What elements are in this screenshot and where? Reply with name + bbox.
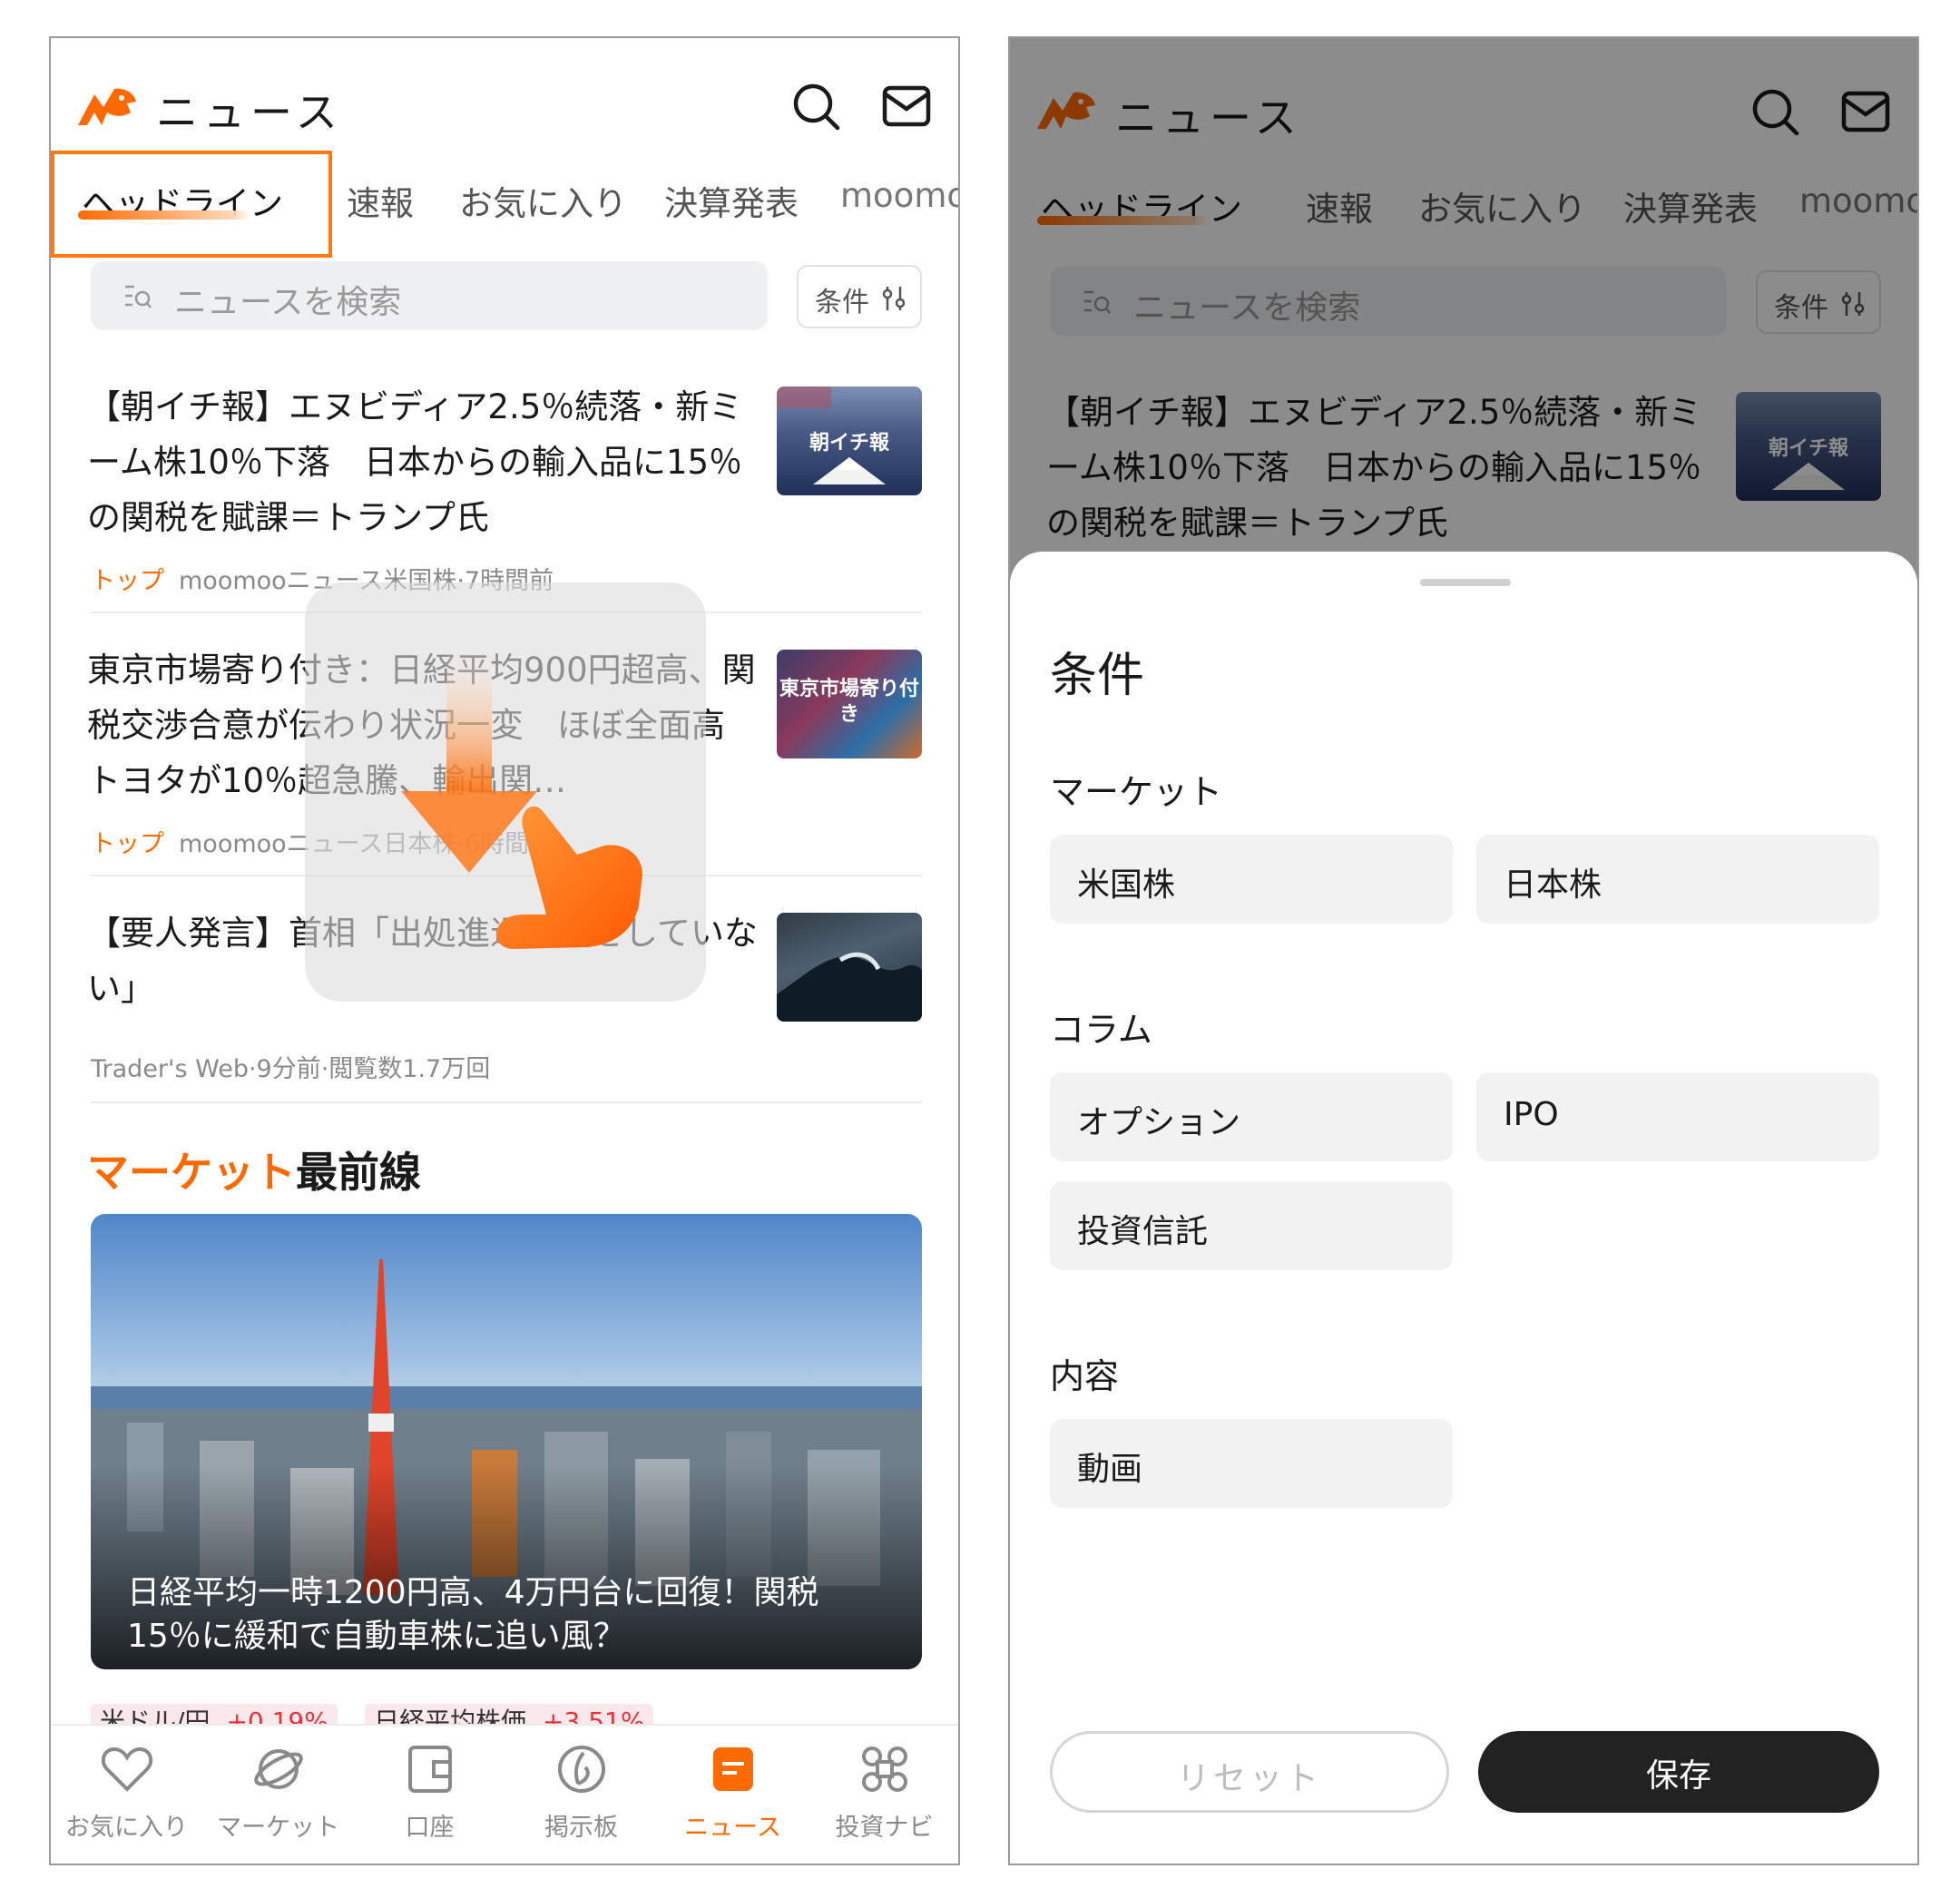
search-placeholder: ニュースを検索 [174, 284, 402, 321]
option-ipo[interactable]: IPO [1476, 1072, 1879, 1161]
option-label: 米国株 [1077, 866, 1176, 904]
option-investment-trust[interactable]: 投資信託 [1050, 1181, 1453, 1270]
tab-breaking[interactable]: 速報 [347, 176, 414, 225]
reset-button[interactable]: リセット [1050, 1731, 1449, 1813]
wallet-icon [354, 1742, 505, 1796]
save-button[interactable]: 保存 [1478, 1731, 1879, 1813]
sliders-icon [880, 285, 907, 312]
bottom-nav: お気に入り マーケット 口座 掲示板 ニュース 投資ナビ [51, 1724, 958, 1864]
nav-label: 掲示板 [544, 1814, 618, 1842]
nav-account[interactable]: 口座 [354, 1726, 505, 1864]
nav-news[interactable]: ニュース [657, 1726, 808, 1864]
option-label: IPO [1504, 1096, 1559, 1133]
section-title-accent: マーケット [87, 1148, 296, 1197]
thumbnail-label-1: 朝イチ報 [808, 432, 889, 455]
mail-icon[interactable] [882, 85, 931, 127]
planet-icon [202, 1742, 354, 1796]
option-label: オプション [1077, 1104, 1241, 1141]
option-japan-stocks[interactable]: 日本株 [1476, 835, 1879, 924]
command-icon [808, 1742, 958, 1796]
reset-label: リセット [1176, 1760, 1322, 1797]
tab-moomoo[interactable]: moomo [840, 176, 958, 215]
option-label: 動画 [1077, 1451, 1143, 1488]
news-thumbnail-2[interactable]: 東京市場寄り付き [777, 650, 922, 758]
news-source-3: Trader's Web·9分前·閲覧数1.7万回 [91, 1055, 491, 1083]
news-screen-with-filter-sheet: ニュース ヘッドライン 速報 お気に入り 決算発表 moomo ニュースを検索 … [1008, 36, 1919, 1865]
moomoo-logo-icon [76, 85, 140, 127]
nav-label: お気に入り [65, 1814, 188, 1842]
condition-button[interactable]: 条件 [797, 265, 922, 328]
board-icon [505, 1742, 657, 1796]
section-title-rest: 最前線 [296, 1148, 421, 1197]
news-title-1[interactable]: 【朝イチ報】エヌビディア2.5％続落・新ミーム株10％下落 日本からの輸入品に1… [87, 379, 759, 545]
hero-article-card[interactable]: 日経平均一時1200円高、4万円台に回復！関税15％に緩和で自動車株に追い風？ [91, 1214, 922, 1669]
nav-label: 投資ナビ [835, 1814, 934, 1842]
option-label: 日本株 [1504, 866, 1602, 904]
search-icon[interactable] [791, 82, 842, 132]
sheet-grabber[interactable] [1420, 579, 1511, 586]
search-filter-icon [123, 283, 152, 310]
news-tag-1: トップ [91, 567, 164, 595]
nav-market[interactable]: マーケット [202, 1726, 354, 1864]
filter-bottom-sheet: 条件 マーケット 米国株 日本株 コラム オプション IPO 投資信託 内容 動… [1010, 552, 1917, 1864]
thumbnail-label-2: 東京市場寄り付き [779, 678, 919, 726]
option-us-stocks[interactable]: 米国株 [1050, 835, 1453, 924]
nav-board[interactable]: 掲示板 [505, 1726, 657, 1864]
nav-label: 口座 [405, 1814, 455, 1842]
news-tag-2: トップ [91, 830, 164, 858]
nav-favorites[interactable]: お気に入り [51, 1726, 202, 1864]
group-label-market: マーケット [1050, 772, 1223, 812]
tab-highlight-frame [51, 151, 332, 258]
news-meta-3: Trader's Web·9分前·閲覧数1.7万回 [91, 1049, 490, 1084]
scroll-gesture-overlay [305, 582, 706, 1002]
save-label: 保存 [1645, 1757, 1711, 1795]
group-label-column: コラム [1050, 1010, 1152, 1050]
nav-label: マーケット [217, 1814, 339, 1842]
divider [91, 1101, 922, 1103]
news-thumbnail-3[interactable] [777, 913, 922, 1022]
news-icon [657, 1742, 808, 1796]
page-title: ニュース [156, 88, 343, 137]
option-label: 投資信託 [1077, 1213, 1209, 1250]
sheet-title: 条件 [1050, 649, 1145, 703]
tab-favorites[interactable]: お気に入り [459, 176, 627, 225]
option-options[interactable]: オプション [1050, 1072, 1453, 1161]
heart-icon [51, 1742, 202, 1796]
news-thumbnail-1[interactable]: 朝イチ報 [777, 386, 922, 495]
group-label-content: 内容 [1050, 1356, 1120, 1396]
tab-earnings[interactable]: 決算発表 [664, 176, 799, 225]
condition-label: 条件 [815, 287, 869, 318]
pull-down-hand-icon [401, 637, 642, 949]
hero-caption: 日経平均一時1200円高、4万円台に回復！関税15％に緩和で自動車株に追い風？ [127, 1574, 819, 1655]
nav-label: ニュース [684, 1814, 781, 1842]
option-video[interactable]: 動画 [1050, 1419, 1453, 1508]
section-title: マーケット最前線 [87, 1140, 421, 1199]
news-screen: ニュース ヘッドライン 速報 お気に入り 決算発表 moomo ニュースを検索 … [49, 36, 960, 1865]
nav-invest-navi[interactable]: 投資ナビ [808, 1726, 958, 1864]
search-input[interactable]: ニュースを検索 [91, 261, 768, 330]
